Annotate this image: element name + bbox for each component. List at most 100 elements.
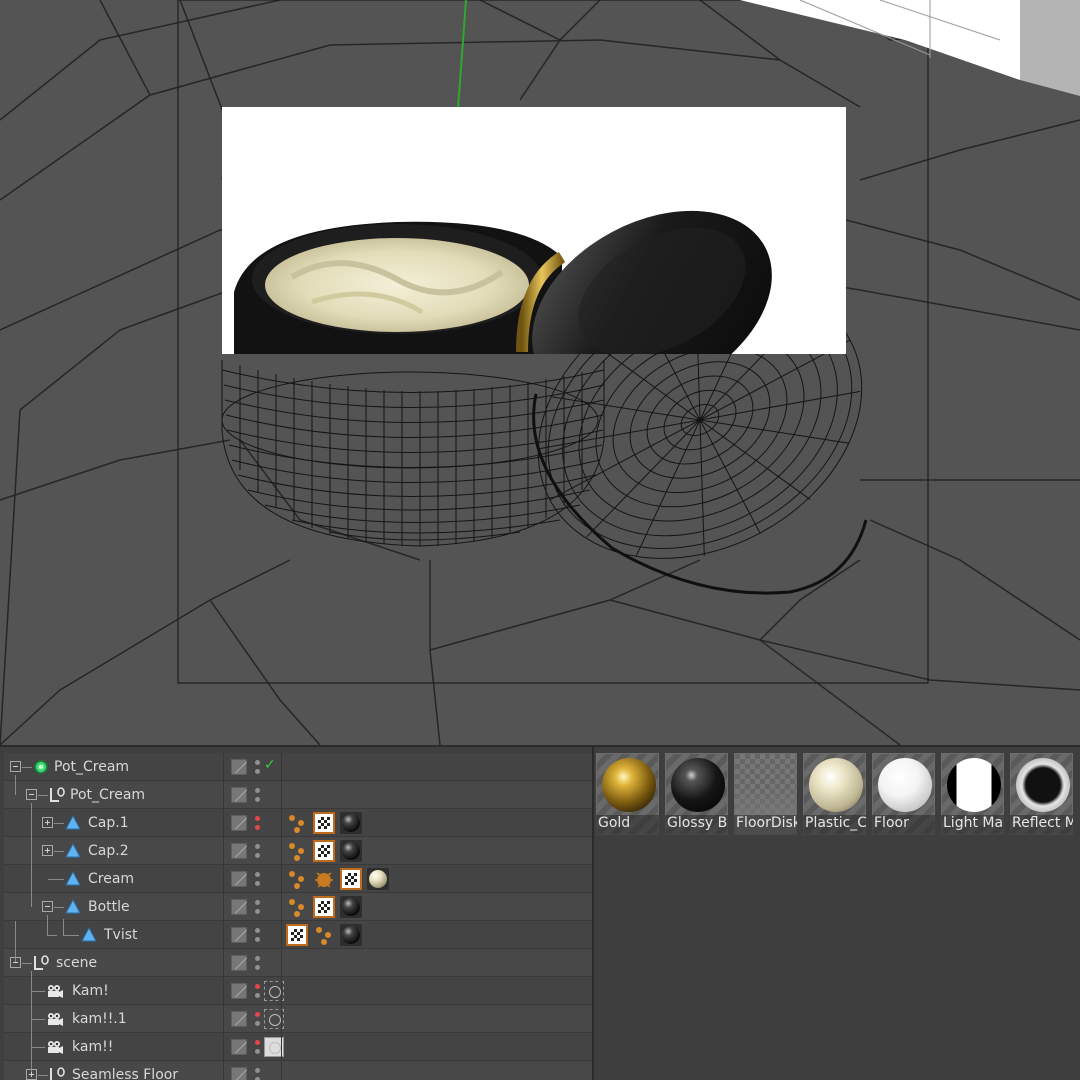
object-row-seamless-floor[interactable]: Seamless Floor — [4, 1047, 592, 1080]
object-row-kam-2[interactable]: kam!! — [4, 1019, 592, 1061]
material-tag-glossy-black-icon[interactable] — [340, 896, 362, 918]
render-visibility-dot[interactable] — [255, 769, 260, 774]
material-plastic-cream[interactable]: Plastic_C — [803, 753, 866, 835]
editor-visibility-dot[interactable] — [255, 1040, 260, 1045]
object-label[interactable]: Cap.1 — [88, 815, 129, 831]
material-gold[interactable]: Gold — [596, 753, 659, 835]
material-label[interactable]: Light Ma — [941, 815, 1004, 835]
editor-visibility-dot[interactable] — [255, 928, 260, 933]
layer-toggle[interactable] — [231, 899, 247, 915]
expand-toggle[interactable] — [42, 845, 53, 856]
uvw-tag-icon[interactable] — [313, 812, 335, 834]
layer-toggle[interactable] — [231, 815, 247, 831]
3d-viewport[interactable] — [0, 0, 1080, 745]
render-visibility-dot[interactable] — [255, 853, 260, 858]
object-row-pot-cream-root[interactable]: Pot_Cream ✓ — [4, 753, 592, 781]
object-row-cream[interactable]: Cream — [4, 851, 592, 893]
render-visibility-dot[interactable] — [255, 993, 260, 998]
object-label[interactable]: Cap.2 — [88, 843, 129, 859]
object-label[interactable]: kam!!.1 — [72, 1011, 127, 1027]
collapse-toggle[interactable] — [26, 789, 37, 800]
editor-visibility-dot[interactable] — [255, 900, 260, 905]
material-label[interactable]: Plastic_C — [803, 815, 866, 835]
material-tag-plastic-cream-icon[interactable] — [367, 868, 389, 890]
render-visibility-dot[interactable] — [255, 1021, 260, 1026]
render-visibility-dot[interactable] — [255, 797, 260, 802]
render-visibility-dot[interactable] — [255, 825, 260, 830]
phong-tag-icon[interactable] — [286, 840, 308, 862]
object-row-cap-1[interactable]: Cap.1 — [4, 803, 592, 837]
material-glossy-black[interactable]: Glossy Bl — [665, 753, 728, 835]
object-label[interactable]: Pot_Cream — [70, 787, 145, 803]
material-floor[interactable]: Floor — [872, 753, 935, 835]
editor-visibility-dot[interactable] — [255, 956, 260, 961]
render-visibility-dot[interactable] — [255, 881, 260, 886]
material-sphere-icon — [947, 758, 1001, 812]
expand-toggle[interactable] — [42, 817, 53, 828]
layer-toggle[interactable] — [231, 1067, 247, 1080]
layer-toggle[interactable] — [231, 759, 247, 775]
object-label[interactable]: kam!! — [72, 1039, 113, 1055]
render-visibility-dot[interactable] — [255, 937, 260, 942]
layer-toggle[interactable] — [231, 871, 247, 887]
editor-visibility-dot[interactable] — [255, 816, 260, 821]
material-reflect[interactable]: Reflect M — [1010, 753, 1073, 835]
object-label[interactable]: Cream — [88, 871, 134, 887]
material-tag-glossy-black-icon[interactable] — [340, 812, 362, 834]
null-group-icon — [50, 1067, 65, 1080]
material-label[interactable]: Glossy Bl — [665, 815, 728, 835]
object-row-pot-cream-group[interactable]: Pot_Cream — [4, 775, 592, 809]
object-row-tvist[interactable]: Tvist — [4, 915, 592, 949]
collapse-toggle[interactable] — [10, 957, 21, 968]
editor-visibility-dot[interactable] — [255, 872, 260, 877]
uvw-tag-icon[interactable] — [286, 924, 308, 946]
editor-visibility-dot[interactable] — [255, 984, 260, 989]
object-row-kam[interactable]: Kam! — [4, 971, 592, 1005]
phong-tag-icon[interactable] — [286, 896, 308, 918]
phong-tag-icon[interactable] — [286, 812, 308, 834]
collapse-toggle[interactable] — [10, 761, 21, 772]
render-visibility-dot[interactable] — [255, 1049, 260, 1054]
editor-visibility-dot[interactable] — [255, 788, 260, 793]
phong-tag-icon[interactable] — [313, 924, 335, 946]
phong-tag-icon[interactable] — [286, 868, 308, 890]
enabled-check-icon[interactable]: ✓ — [264, 757, 276, 773]
material-floor-disk[interactable]: FloorDisk — [734, 753, 797, 835]
uvw-tag-icon[interactable] — [313, 840, 335, 862]
object-label[interactable]: Seamless Floor — [72, 1067, 178, 1080]
collapse-toggle[interactable] — [42, 901, 53, 912]
layer-toggle[interactable] — [231, 927, 247, 943]
render-visibility-dot[interactable] — [255, 909, 260, 914]
editor-visibility-dot[interactable] — [255, 844, 260, 849]
editor-visibility-dot[interactable] — [255, 1012, 260, 1017]
editor-visibility-dot[interactable] — [255, 1068, 260, 1073]
layer-toggle[interactable] — [231, 843, 247, 859]
object-label[interactable]: scene — [56, 955, 97, 971]
material-label[interactable]: FloorDisk — [734, 815, 797, 835]
render-visibility-dot[interactable] — [255, 965, 260, 970]
layer-toggle[interactable] — [231, 983, 247, 999]
object-row-bottle[interactable]: Bottle — [4, 879, 592, 921]
editor-visibility-dot[interactable] — [255, 760, 260, 765]
material-label[interactable]: Gold — [596, 815, 659, 835]
material-light[interactable]: Light Ma — [941, 753, 1004, 835]
object-label[interactable]: Bottle — [88, 899, 130, 915]
uvw-tag-icon[interactable] — [340, 868, 362, 890]
deformer-tag-icon[interactable] — [313, 868, 335, 890]
object-label[interactable]: Tvist — [104, 927, 138, 943]
layer-toggle[interactable] — [231, 787, 247, 803]
layer-toggle[interactable] — [231, 1039, 247, 1055]
material-tag-glossy-black-icon[interactable] — [340, 840, 362, 862]
uvw-tag-icon[interactable] — [313, 896, 335, 918]
material-label[interactable]: Reflect M — [1010, 815, 1073, 835]
layer-toggle[interactable] — [231, 955, 247, 971]
object-label[interactable]: Pot_Cream — [54, 759, 129, 775]
expand-toggle[interactable] — [26, 1069, 37, 1080]
object-row-kam-1[interactable]: kam!!.1 — [4, 991, 592, 1033]
object-row-scene[interactable]: scene — [4, 921, 592, 977]
material-tag-glossy-black-icon[interactable] — [340, 924, 362, 946]
object-row-cap-2[interactable]: Cap.2 — [4, 823, 592, 865]
object-label[interactable]: Kam! — [72, 983, 109, 999]
layer-toggle[interactable] — [231, 1011, 247, 1027]
material-label[interactable]: Floor — [872, 815, 935, 835]
